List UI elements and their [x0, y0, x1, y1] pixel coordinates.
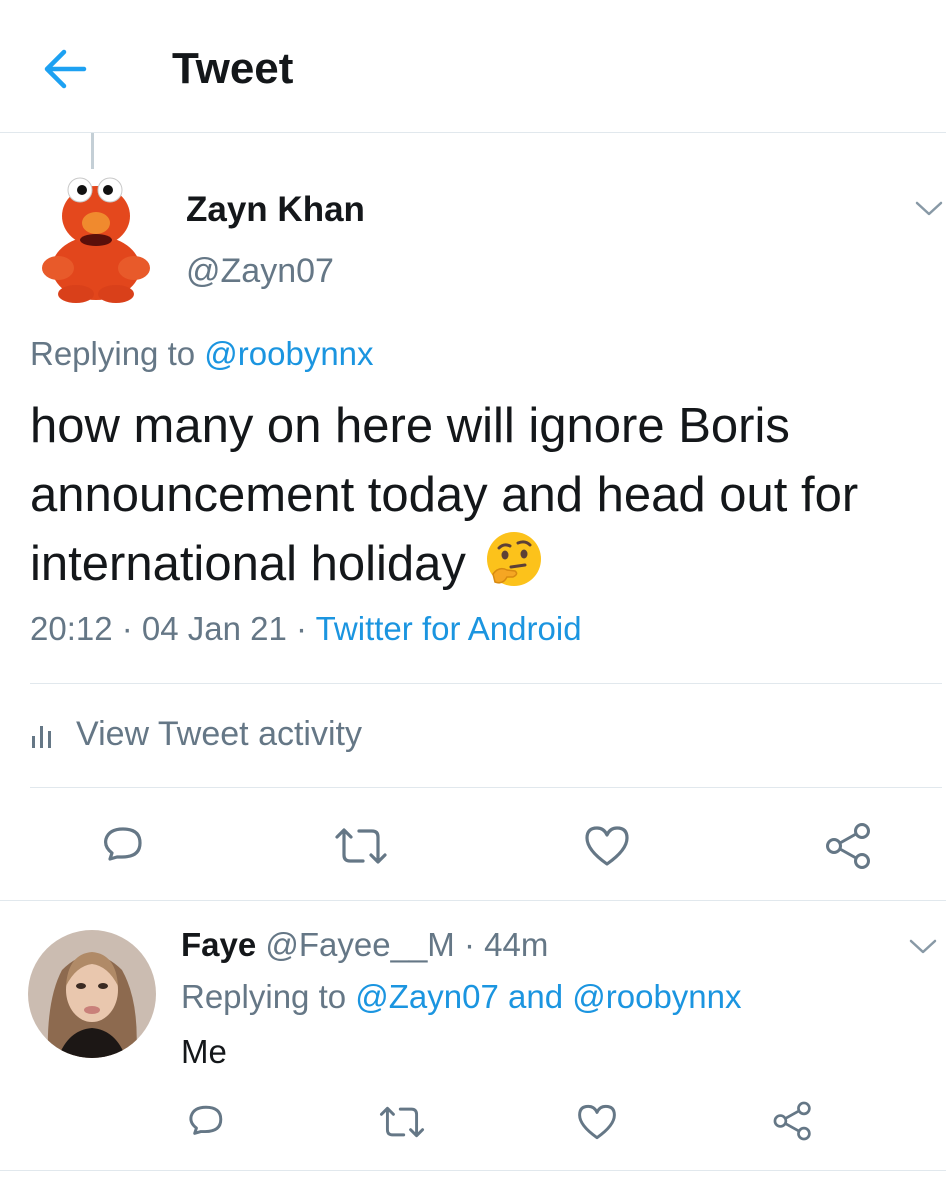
divider	[30, 787, 942, 788]
reply-icon[interactable]	[186, 1102, 226, 1142]
divider	[0, 1170, 946, 1171]
like-icon[interactable]	[583, 823, 631, 869]
reply-author-name[interactable]: Faye	[181, 926, 256, 963]
retweet-icon[interactable]	[378, 1102, 426, 1142]
replying-prefix: Replying to	[30, 335, 205, 372]
avatar[interactable]	[28, 930, 156, 1058]
avatar[interactable]	[36, 168, 156, 304]
tweet-meta: 20:12 · 04 Jan 21 · Twitter for Android	[30, 610, 582, 648]
thread-connector-line	[91, 133, 94, 169]
back-arrow-icon[interactable]	[42, 48, 88, 90]
page-title: Tweet	[172, 44, 294, 93]
replying-conjunction: and	[498, 978, 573, 1015]
replying-prefix: Replying to	[181, 978, 356, 1015]
timestamp: 20:12 · 04 Jan 21 ·	[30, 610, 316, 647]
source-link[interactable]: Twitter for Android	[316, 610, 582, 647]
activity-label: View Tweet activity	[76, 715, 362, 753]
author-name[interactable]: Zayn Khan	[186, 190, 365, 230]
reply-author-handle[interactable]: @Fayee__M · 44m	[256, 926, 548, 963]
divider	[0, 900, 946, 901]
view-tweet-activity-button[interactable]: View Tweet activity	[30, 715, 362, 754]
reply-text: Me	[181, 1033, 227, 1070]
tweet-text: how many on here will ignore Boris annou…	[30, 392, 930, 599]
reply-header: Faye @Fayee__M · 44m	[181, 926, 548, 964]
reply-icon[interactable]	[100, 823, 146, 869]
thinking-face-icon	[485, 530, 543, 588]
replying-to: Replying to @Zayn07 and @roobynnx	[181, 978, 742, 1016]
share-icon[interactable]	[824, 821, 874, 871]
chevron-down-icon[interactable]	[914, 198, 944, 220]
app-header: Tweet	[0, 0, 946, 133]
like-icon[interactable]	[576, 1102, 618, 1142]
retweet-icon[interactable]	[333, 823, 389, 869]
mention-link[interactable]: @Zayn07	[355, 978, 499, 1015]
share-icon[interactable]	[772, 1100, 814, 1142]
tweet-body: how many on here will ignore Boris annou…	[30, 399, 859, 591]
author-handle[interactable]: @Zayn07	[186, 252, 334, 291]
replying-to: Replying to @roobynnx	[30, 335, 374, 373]
activity-bars-icon	[32, 725, 51, 748]
mention-link[interactable]: @roobynnx	[572, 978, 741, 1015]
divider	[30, 683, 942, 684]
mention-link[interactable]: @roobynnx	[204, 335, 373, 372]
chevron-down-icon[interactable]	[908, 936, 938, 958]
